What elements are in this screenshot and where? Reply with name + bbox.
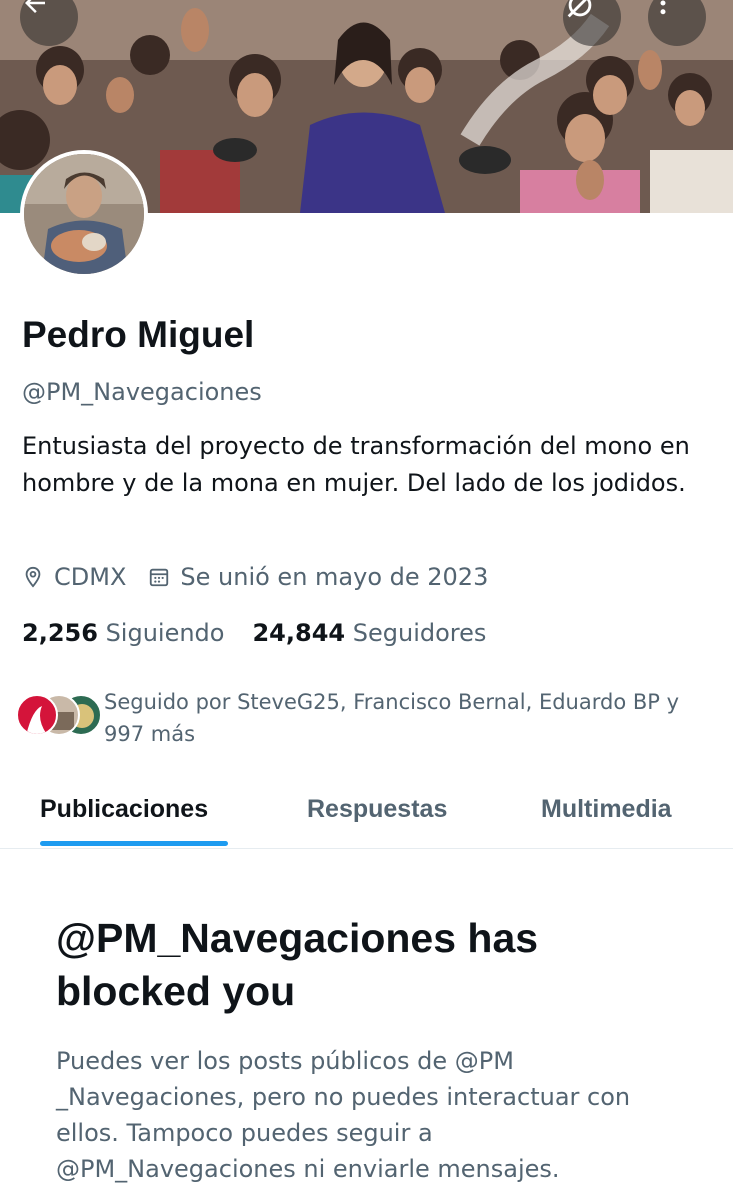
following-count: 2,256 [22,619,98,647]
profile-bio: Entusiasta del proyecto de transformació… [22,432,690,497]
more-vertical-icon [660,0,666,15]
followers-count: 24,844 [252,619,346,647]
followed-by-text: Seguido por SteveG25, Francisco Bernal, … [104,690,680,746]
tab-respuestas[interactable]: Respuestas [307,793,447,825]
followed-by-avatars [16,694,102,738]
profile-name: Pedro Miguel [22,314,255,355]
calendar-icon [150,568,169,587]
follower-avatar [16,694,58,736]
followers-stat[interactable]: 24,844 Seguidores [252,616,486,650]
followed-by-section[interactable]: Seguido por SteveG25, Francisco Bernal, … [16,686,716,750]
location-item: CDMX [22,560,126,594]
eye-slash-icon [567,0,592,18]
arrow-left-icon [25,0,45,13]
followers-label: Seguidores [352,619,487,647]
profile-avatar[interactable] [20,150,148,278]
joined-item: Se unió en mayo de 2023 [148,560,488,594]
tab-publicaciones[interactable]: Publicaciones [40,793,208,825]
blocked-description: Puedes ver los posts públicos de @PM _Na… [56,1047,631,1183]
tab-multimedia[interactable]: Multimedia [541,793,672,825]
avatar-photo [24,154,144,274]
profile-meta: CDMX Se unió en mayo de 2023 [22,560,488,594]
following-label: Siguiendo [105,619,225,647]
following-stat[interactable]: 2,256 Siguiendo [22,616,224,650]
location-pin-icon [25,566,41,588]
profile-handle: @PM_Navegaciones [22,378,262,406]
location-text: CDMX [54,563,127,591]
blocked-title: @PM_Navegaciones has blocked you [56,915,539,1014]
active-tab-indicator [40,841,228,846]
joined-text: Se unió en mayo de 2023 [180,563,489,591]
follow-stats: 2,256 Siguiendo 24,844 Seguidores [22,616,486,650]
profile-tabs: Publicaciones Respuestas Multimedia [0,780,733,849]
